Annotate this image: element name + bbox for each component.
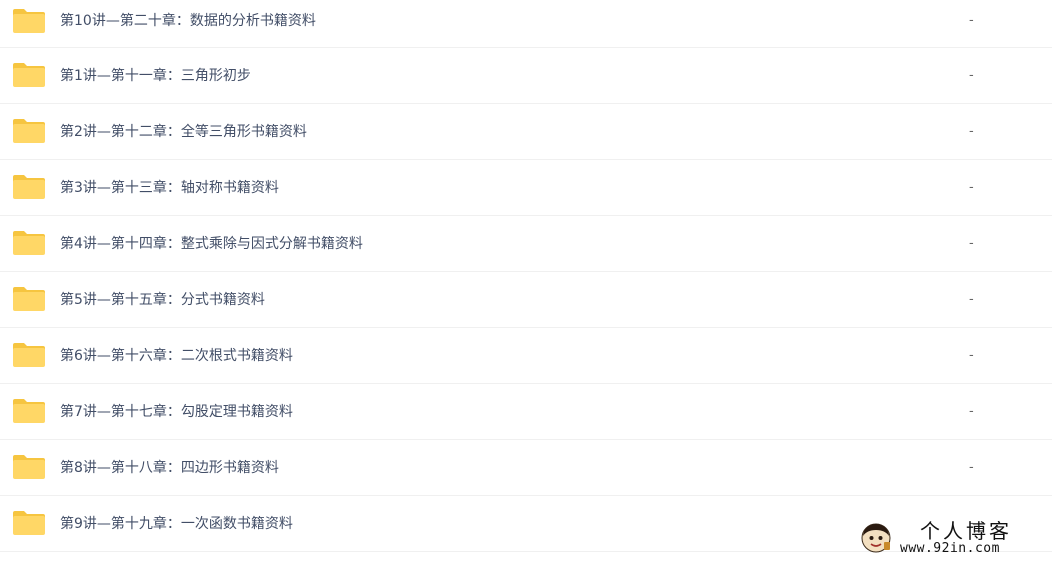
- watermark-url: www.92in.com: [900, 541, 1000, 556]
- file-size: -: [969, 68, 974, 83]
- file-name[interactable]: 第6讲—第十六章：二次根式书籍资料: [60, 346, 293, 366]
- file-name[interactable]: 第4讲—第十四章：整式乘除与因式分解书籍资料: [60, 234, 363, 254]
- folder-icon: [13, 175, 45, 199]
- list-item[interactable]: 第5讲—第十五章：分式书籍资料 -: [0, 272, 1052, 328]
- list-item[interactable]: 第10讲—第二十章：数据的分析书籍资料 -: [0, 0, 1052, 48]
- folder-icon: [13, 119, 45, 143]
- folder-icon: [13, 287, 45, 311]
- file-name[interactable]: 第7讲—第十七章：勾股定理书籍资料: [60, 402, 293, 422]
- file-name[interactable]: 第10讲—第二十章：数据的分析书籍资料: [60, 11, 316, 31]
- list-item[interactable]: 第2讲—第十二章：全等三角形书籍资料 -: [0, 104, 1052, 160]
- list-item[interactable]: 第7讲—第十七章：勾股定理书籍资料 -: [0, 384, 1052, 440]
- file-size: -: [969, 460, 974, 475]
- file-size: -: [969, 404, 974, 419]
- folder-icon: [13, 343, 45, 367]
- folder-icon: [13, 399, 45, 423]
- file-name[interactable]: 第3讲—第十三章：轴对称书籍资料: [60, 178, 279, 198]
- file-name[interactable]: 第5讲—第十五章：分式书籍资料: [60, 290, 265, 310]
- file-size: -: [969, 236, 974, 251]
- file-name[interactable]: 第8讲—第十八章：四边形书籍资料: [60, 458, 279, 478]
- avatar-icon: [861, 523, 891, 553]
- list-item[interactable]: 第3讲—第十三章：轴对称书籍资料 -: [0, 160, 1052, 216]
- list-item[interactable]: 第8讲—第十八章：四边形书籍资料 -: [0, 440, 1052, 496]
- file-name[interactable]: 第9讲—第十九章：一次函数书籍资料: [60, 514, 293, 534]
- file-name[interactable]: 第2讲—第十二章：全等三角形书籍资料: [60, 122, 307, 142]
- file-list: 第10讲—第二十章：数据的分析书籍资料 - 第1讲—第十一章：三角形初步 - 第…: [0, 0, 1052, 552]
- folder-icon: [13, 9, 45, 33]
- list-item[interactable]: 第6讲—第十六章：二次根式书籍资料 -: [0, 328, 1052, 384]
- folder-icon: [13, 511, 45, 535]
- file-size: -: [969, 124, 974, 139]
- list-item[interactable]: 第4讲—第十四章：整式乘除与因式分解书籍资料 -: [0, 216, 1052, 272]
- file-name[interactable]: 第1讲—第十一章：三角形初步: [60, 66, 251, 86]
- file-size: -: [969, 292, 974, 307]
- file-size: -: [969, 348, 974, 363]
- list-item[interactable]: 第1讲—第十一章：三角形初步 -: [0, 48, 1052, 104]
- file-size: -: [969, 180, 974, 195]
- file-size: -: [969, 13, 974, 28]
- folder-icon: [13, 231, 45, 255]
- folder-icon: [13, 455, 45, 479]
- folder-icon: [13, 63, 45, 87]
- watermark: 个人博客 www.92in.com: [858, 518, 1052, 561]
